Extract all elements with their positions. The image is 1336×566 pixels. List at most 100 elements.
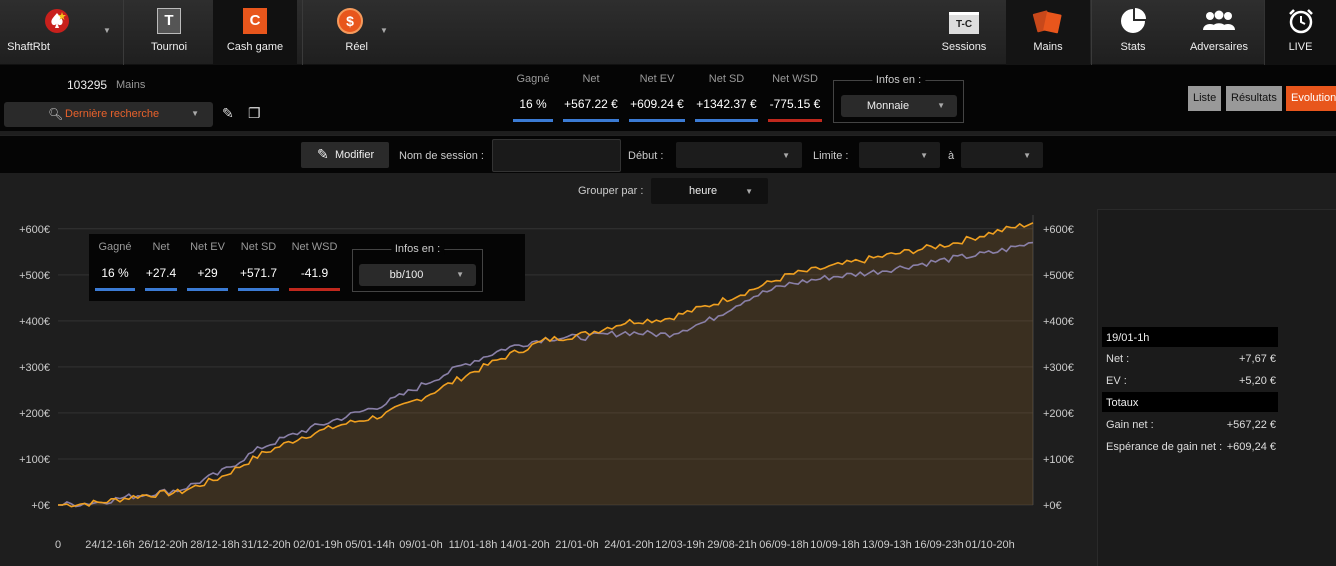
edit-pencil-icon[interactable]: ✎ — [222, 105, 240, 125]
modify-button[interactable]: ✎ Modifier — [301, 142, 389, 168]
limit-select[interactable]: ▼ — [859, 142, 940, 168]
y-axis-right: +0€ +100€ +200€ +300€ +400€ +500€ +600€ — [1043, 224, 1074, 512]
y-tick-label: +500€ — [19, 270, 50, 282]
view-liste-button[interactable]: Liste — [1188, 86, 1222, 111]
x-tick-label: 14/01-20h — [500, 539, 550, 551]
x-tick-label: 24/12-16h — [85, 539, 135, 551]
nav-reel[interactable]: $ Réel ▼ — [304, 0, 396, 65]
last-search-dropdown[interactable]: 🔍︎ Dernière recherche ▼ — [4, 102, 213, 127]
group-by-label: Grouper par : — [578, 185, 644, 197]
nav-mains[interactable]: Mains — [1006, 0, 1090, 65]
y-tick-label: +100€ — [19, 454, 50, 466]
limit-to-select[interactable]: ▼ — [961, 142, 1043, 168]
y-axis-left: +0€ +100€ +200€ +300€ +400€ +500€ +600€ — [19, 224, 50, 512]
chart-infos-unit-group: Infos en : bb/100 ▼ — [352, 243, 483, 292]
view-resultats-button[interactable]: Résultats — [1226, 86, 1282, 111]
chevron-down-icon: ▼ — [456, 270, 464, 279]
alarm-clock-icon — [1288, 9, 1313, 34]
x-tick-label: 24/01-20h — [604, 539, 654, 551]
to-label: à — [948, 150, 955, 162]
users-icon — [1203, 10, 1235, 30]
cards-icon — [1032, 10, 1062, 34]
start-select[interactable]: ▼ — [676, 142, 802, 168]
ev-row: EV : +5,20 € — [1106, 375, 1276, 387]
x-tick-label: 31/12-20h — [241, 539, 291, 551]
x-tick-label: 0 — [55, 539, 61, 551]
y-tick-label: +600€ — [19, 224, 50, 236]
infos-unit-select[interactable]: Monnaie ▼ — [841, 95, 957, 117]
stat-won: Gagné 16 % — [95, 241, 135, 291]
stat-net-wsd: Net WSD -775.15 € — [768, 73, 822, 122]
dollar-coin-icon: $ — [337, 8, 363, 34]
nav-account[interactable]: ShaftRbt ▼ — [0, 0, 113, 65]
x-tick-label: 10/09-18h — [810, 539, 860, 551]
pencil-icon: ✎ — [317, 146, 329, 162]
y-tick-label: +400€ — [19, 316, 50, 328]
pokerstars-spade-icon — [44, 9, 69, 33]
x-tick-label: 12/03-19h — [655, 539, 705, 551]
x-tick-label: 05/01-14h — [345, 539, 395, 551]
y-tick-label: +0€ — [31, 500, 50, 512]
nav-live[interactable]: LIVE — [1264, 0, 1336, 65]
y-tick-label: +100€ — [1043, 454, 1074, 466]
x-tick-label: 16/09-23h — [914, 539, 964, 551]
view-evolution-button[interactable]: Evolution — [1286, 86, 1336, 111]
stat-net-sd: Net SD +571.7 — [238, 241, 279, 291]
x-tick-label: 06/09-18h — [759, 539, 809, 551]
hands-count: 103295 — [67, 78, 108, 92]
nav-label: Tournoi — [150, 41, 188, 53]
tournament-t-icon: T — [157, 8, 181, 34]
stat-won: Gagné 16 % — [513, 73, 553, 122]
chevron-down-icon: ▼ — [191, 109, 199, 118]
y-tick-label: +400€ — [1043, 316, 1074, 328]
stat-bar — [513, 119, 553, 122]
nav-tournoi[interactable]: T Tournoi — [125, 0, 213, 65]
nav-label: Adversaires — [1189, 41, 1249, 53]
nav-stats[interactable]: Stats — [1092, 0, 1174, 65]
stat-bar — [768, 119, 822, 122]
x-tick-label: 01/10-20h — [965, 539, 1015, 551]
infos-unit-group: Infos en : Monnaie ▼ — [833, 74, 964, 123]
chevron-down-icon[interactable]: ▼ — [103, 26, 111, 35]
expected-gain-row: Espérance de gain net : +609,24 € — [1106, 441, 1276, 453]
stat-net: Net +567.22 € — [563, 73, 619, 122]
filter-bar: ✎ Modifier Nom de session : Début : ▼ Li… — [0, 135, 1336, 173]
y-tick-label: +500€ — [1043, 270, 1074, 282]
x-tick-label: 02/01-19h — [293, 539, 343, 551]
chart-infos-unit-select[interactable]: bb/100 ▼ — [359, 264, 476, 286]
x-tick-label: 28/12-18h — [190, 539, 240, 551]
group-by-select[interactable]: heure ▼ — [651, 178, 768, 204]
gain-net-row: Gain net : +567,22 € — [1106, 419, 1276, 431]
cash-game-c-icon: C — [243, 8, 267, 34]
nav-label: ShaftRbt — [7, 41, 50, 53]
stat-net-wsd: Net WSD -41.9 — [289, 241, 340, 291]
net-row: Net : +7,67 € — [1106, 353, 1276, 365]
stat-bar — [695, 119, 758, 122]
nav-label: Réel — [345, 41, 368, 53]
nav-label: Sessions — [941, 41, 987, 53]
search-icon: 🔍︎ — [48, 107, 64, 121]
nav-cash-game[interactable]: C Cash game — [213, 0, 297, 65]
copy-document-icon[interactable]: ❐ — [248, 105, 266, 125]
y-tick-label: +200€ — [1043, 408, 1074, 420]
chevron-down-icon[interactable]: ▼ — [380, 26, 388, 35]
infos-title: Infos en : — [871, 74, 926, 86]
summary-bar: 103295 Mains 🔍︎ Dernière recherche ▼ ✎ ❐… — [0, 65, 1336, 131]
nav-label: Stats — [1120, 41, 1146, 53]
chevron-down-icon: ▼ — [745, 187, 753, 196]
limit-label: Limite : — [813, 150, 849, 162]
stat-bar — [629, 119, 685, 122]
chevron-down-icon: ▼ — [937, 101, 945, 110]
nav-adversaires[interactable]: Adversaires — [1176, 0, 1262, 65]
chevron-down-icon: ▼ — [782, 151, 790, 160]
session-name-input[interactable] — [492, 139, 621, 172]
stat-net: Net +27.4 — [145, 241, 177, 291]
nav-label: Mains — [1033, 41, 1063, 53]
nav-label: Cash game — [226, 41, 284, 53]
y-tick-label: +0€ — [1043, 500, 1062, 512]
nav-sessions[interactable]: T-C Sessions — [925, 0, 1003, 65]
x-tick-label: 09/01-0h — [399, 539, 442, 551]
chart-stats-overlay: Gagné 16 % Net +27.4 Net EV +29 Net SD +571.… — [89, 234, 525, 301]
x-tick-label: 13/09-13h — [862, 539, 912, 551]
pie-chart-icon — [1121, 8, 1146, 33]
